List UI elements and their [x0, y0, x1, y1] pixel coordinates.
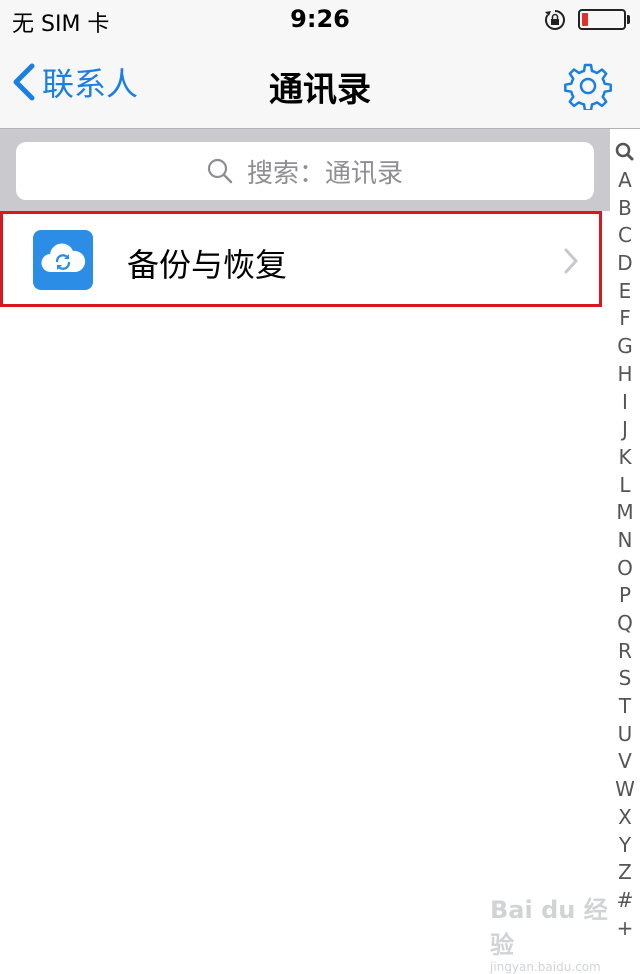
watermark-url: jingyan.baidu.com	[490, 960, 601, 974]
back-label: 联系人	[42, 65, 139, 103]
index-letter[interactable]: Y	[610, 831, 640, 859]
index-letter[interactable]: X	[610, 803, 640, 831]
index-letter[interactable]: B	[610, 194, 640, 222]
index-letter[interactable]: E	[610, 277, 640, 305]
index-letter[interactable]: #	[610, 886, 640, 914]
index-letter[interactable]: O	[610, 554, 640, 582]
index-letter[interactable]: T	[610, 692, 640, 720]
chevron-left-icon	[13, 63, 35, 101]
index-letter[interactable]: V	[610, 747, 640, 775]
index-letter[interactable]: D	[610, 249, 640, 277]
cloud-sync-icon	[33, 230, 93, 290]
search-placeholder: 搜索：通讯录	[246, 158, 403, 189]
index-letter[interactable]: Q	[610, 609, 640, 637]
chevron-right-icon	[564, 248, 578, 274]
gear-icon[interactable]	[564, 62, 612, 110]
index-letter[interactable]: A	[610, 166, 640, 194]
battery-icon	[578, 9, 626, 30]
search-icon	[207, 158, 233, 184]
baidu-jingyan-watermark: Bai du 经验 jingyan.baidu.com	[490, 890, 610, 974]
index-letter[interactable]: I	[610, 388, 640, 416]
battery-level	[582, 13, 588, 26]
nav-bar: 联系人 通讯录	[0, 40, 640, 129]
index-letter[interactable]: N	[610, 526, 640, 554]
index-letter[interactable]: J	[610, 415, 640, 443]
watermark-logo: Bai du 经验	[490, 896, 608, 959]
status-bar: 无 SIM 卡 9:26	[0, 0, 640, 40]
index-letter[interactable]: U	[610, 720, 640, 748]
index-search-icon[interactable]	[610, 138, 640, 166]
list-item-label: 备份与恢复	[127, 246, 288, 284]
index-letter[interactable]: F	[610, 304, 640, 332]
index-letter-list: A B C D E F G H I J K L M N O P Q R S T U V W X Y Z # +	[610, 166, 640, 941]
index-letter[interactable]: G	[610, 332, 640, 360]
battery-cap	[627, 15, 630, 24]
search-input[interactable]: 搜索：通讯录	[16, 142, 594, 200]
section-index[interactable]: A B C D E F G H I J K L M N O P Q R S T U V W X Y Z # +	[610, 138, 640, 958]
search-area: 搜索：通讯录	[0, 129, 610, 211]
index-letter[interactable]: M	[610, 498, 640, 526]
index-letter[interactable]: R	[610, 637, 640, 665]
index-letter[interactable]: W	[610, 775, 640, 803]
index-letter[interactable]: S	[610, 664, 640, 692]
index-letter[interactable]: H	[610, 360, 640, 388]
index-letter[interactable]: C	[610, 221, 640, 249]
index-letter[interactable]: L	[610, 471, 640, 499]
index-letter[interactable]: K	[610, 443, 640, 471]
index-letter[interactable]: P	[610, 581, 640, 609]
back-button[interactable]: 联系人	[10, 60, 138, 104]
list-item-backup-restore[interactable]: 备份与恢复	[0, 211, 602, 307]
index-letter[interactable]: Z	[610, 858, 640, 886]
rotation-lock-icon	[545, 10, 565, 30]
index-letter[interactable]: +	[610, 914, 640, 942]
